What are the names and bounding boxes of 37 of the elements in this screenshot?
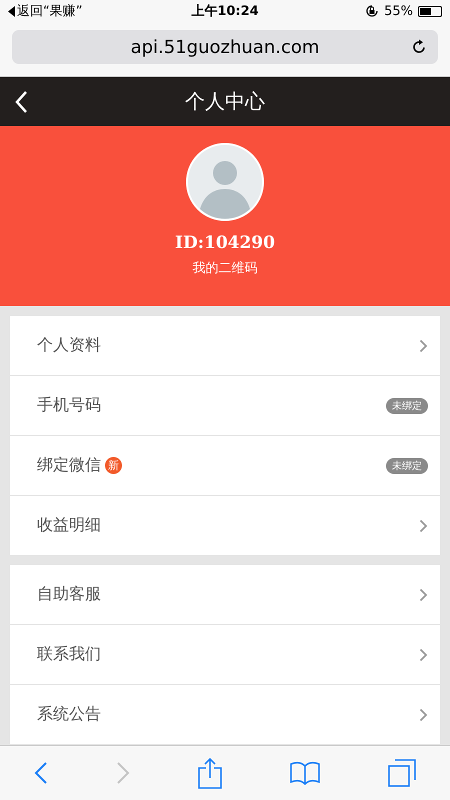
menu-item[interactable]: 绑定微信 新 未绑定 (10, 436, 440, 495)
back-icon[interactable] (14, 90, 28, 114)
user-id: ID:104290 (175, 233, 275, 253)
back-to-app-link[interactable]: 返回“果赚” (17, 2, 82, 20)
chevron-right-icon (419, 648, 428, 662)
page-title: 个人中心 (185, 88, 265, 115)
menu-item[interactable]: 收益明细 (10, 496, 440, 555)
new-badge: 新 (105, 457, 122, 474)
reload-icon[interactable] (410, 38, 428, 56)
menu-item-label: 自助客服 (37, 584, 101, 605)
menu-item-label: 联系我们 (37, 644, 101, 665)
tabs-icon[interactable] (388, 759, 416, 787)
address-field[interactable]: api.51guozhuan.com (12, 30, 438, 64)
menu-item[interactable]: 个人资料 (10, 316, 440, 375)
menu-item[interactable]: 自助客服 (10, 565, 440, 624)
menu-item-label: 系统公告 (37, 704, 101, 725)
menu-item[interactable]: 手机号码 未绑定 (10, 376, 440, 435)
status-time: 上午10:24 (191, 4, 259, 19)
menu-item-label: 收益明细 (37, 515, 101, 536)
menu-item[interactable]: 系统公告 (10, 685, 440, 744)
avatar-icon[interactable] (186, 143, 264, 221)
chevron-right-icon (419, 708, 428, 722)
status-tag: 未绑定 (386, 398, 428, 414)
rotation-lock-icon (365, 4, 380, 18)
battery-icon (418, 6, 442, 16)
back-triangle-icon[interactable] (8, 6, 15, 16)
menu-item[interactable]: 联系我们 (10, 625, 440, 684)
share-icon[interactable] (198, 757, 222, 789)
chevron-right-icon (419, 338, 428, 352)
menu-item-label: 个人资料 (37, 335, 101, 356)
bookmarks-icon[interactable] (290, 761, 320, 785)
menu-item-label: 手机号码 (37, 395, 101, 416)
menu-item-label: 绑定微信 (37, 455, 101, 476)
battery-percent: 55% (384, 4, 414, 18)
status-tag: 未绑定 (386, 458, 428, 474)
chevron-right-icon (419, 518, 428, 532)
chevron-right-icon (419, 588, 428, 602)
